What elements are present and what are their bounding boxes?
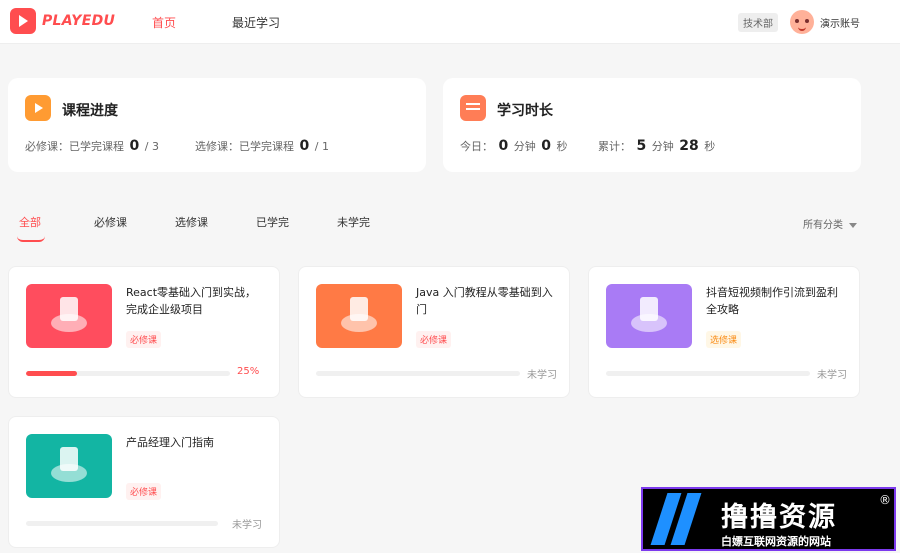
progress-text: 未学习 xyxy=(232,520,262,531)
course-card[interactable]: React零基础入门到实战，完成企业级项目 必修课 25% xyxy=(8,266,280,398)
required-progress: 必修课：已学完课程 0 / 3 xyxy=(25,138,159,154)
document-clock-icon xyxy=(460,95,486,121)
required-badge: 必修课 xyxy=(126,483,162,500)
required-badge: 必修课 xyxy=(416,331,452,348)
progress-bar xyxy=(26,521,218,526)
tab-completed[interactable]: 已学完 xyxy=(256,214,289,230)
progress-bar xyxy=(26,371,230,376)
course-progress-title: 课程进度 xyxy=(62,103,118,119)
progress-text: 未学习 xyxy=(817,370,847,381)
watermark-subtitle: 白嫖互联网资源的网站 xyxy=(721,535,831,548)
watermark-title: 撸撸资源 xyxy=(721,502,837,533)
play-logo-icon xyxy=(10,8,36,34)
department-badge[interactable]: 技术部 xyxy=(738,13,778,32)
watermark-banner: 撸撸资源 ® 白嫖互联网资源的网站 xyxy=(641,487,896,551)
optional-badge: 选修课 xyxy=(706,331,742,348)
progress-text: 未学习 xyxy=(527,370,557,381)
course-card[interactable]: 抖音短视频制作引流到盈利全攻略 选修课 未学习 xyxy=(588,266,860,398)
watermark-registered: ® xyxy=(879,493,891,507)
progress-text: 25% xyxy=(237,366,260,377)
course-title: Java 入门教程从零基础到入门 xyxy=(416,286,553,316)
nav-home[interactable]: 首页 xyxy=(152,14,176,31)
progress-bar xyxy=(606,371,810,376)
optional-progress: 选修课：已学完课程 0 / 1 xyxy=(195,138,329,154)
video-icon xyxy=(25,95,51,121)
category-filter-dropdown[interactable]: 所有分类 xyxy=(803,216,857,231)
total-time: 累计： 5 分钟 28 秒 xyxy=(598,138,716,154)
required-badge: 必修课 xyxy=(126,331,162,348)
course-thumbnail xyxy=(316,284,402,348)
top-header: PLAYEDU 首页 最近学习 技术部 演示账号 xyxy=(0,0,900,44)
active-tab-indicator xyxy=(17,236,45,242)
required-done-count: 0 xyxy=(129,138,140,154)
course-title: 产品经理入门指南 xyxy=(126,436,214,449)
course-title: 抖音短视频制作引流到盈利全攻略 xyxy=(706,286,838,316)
course-progress-card: 课程进度 必修课：已学完课程 0 / 3 选修课：已学完课程 0 / 1 xyxy=(8,78,426,172)
optional-done-count: 0 xyxy=(299,138,310,154)
course-filter-tabs: 全部 必修课 选修课 已学完 未学完 xyxy=(0,214,900,244)
logo-text: PLAYEDU xyxy=(42,13,116,29)
progress-fill xyxy=(26,371,77,376)
course-thumbnail xyxy=(606,284,692,348)
watermark-logo-icon xyxy=(649,493,709,545)
study-time-title: 学习时长 xyxy=(497,103,553,119)
tab-incomplete[interactable]: 未学完 xyxy=(337,214,370,230)
tab-optional[interactable]: 选修课 xyxy=(175,214,208,230)
progress-bar xyxy=(316,371,520,376)
course-card[interactable]: Java 入门教程从零基础到入门 必修课 未学习 xyxy=(298,266,570,398)
today-time: 今日： 0 分钟 0 秒 xyxy=(460,138,568,154)
course-card[interactable]: 产品经理入门指南 必修课 未学习 xyxy=(8,416,280,548)
tab-all[interactable]: 全部 xyxy=(19,214,41,230)
course-thumbnail xyxy=(26,434,112,498)
user-name[interactable]: 演示账号 xyxy=(820,15,860,30)
logo[interactable]: PLAYEDU xyxy=(10,8,115,34)
study-time-card: 学习时长 今日： 0 分钟 0 秒 累计： 5 分钟 28 秒 xyxy=(443,78,861,172)
user-avatar[interactable] xyxy=(790,10,814,34)
tab-required[interactable]: 必修课 xyxy=(94,214,127,230)
course-thumbnail xyxy=(26,284,112,348)
nav-recent-learning[interactable]: 最近学习 xyxy=(232,14,280,31)
course-title: React零基础入门到实战，完成企业级项目 xyxy=(126,286,257,316)
